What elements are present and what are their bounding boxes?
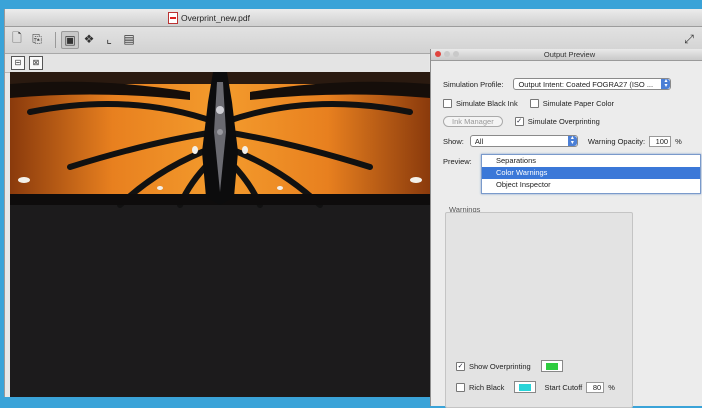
- zoom-icon[interactable]: [453, 51, 459, 57]
- pdf-icon: [168, 12, 178, 24]
- show-overprinting-checkbox[interactable]: ✓: [456, 361, 465, 371]
- chevron-updown-icon: ▴ ▾: [567, 135, 577, 146]
- start-cutoff-unit: %: [608, 382, 615, 392]
- expand-icon[interactable]: ⤢: [681, 31, 697, 47]
- simulation-profile-select[interactable]: Output Intent: Coated FOGRA27 (ISO ... ▴…: [513, 78, 672, 90]
- panel-title: Output Preview: [543, 50, 596, 59]
- warning-opacity-label: Warning Opacity:: [587, 136, 646, 146]
- simulate-black-ink-checkbox[interactable]: [443, 99, 452, 108]
- close-icon[interactable]: [435, 51, 441, 57]
- title-bar: Overprint_new.pdf: [5, 9, 702, 27]
- show-overprinting-label: Show Overprinting: [469, 361, 531, 371]
- simulate-black-ink-label: Simulate Black Ink: [456, 99, 518, 108]
- rich-black-label: Rich Black: [469, 382, 505, 392]
- separations-icon[interactable]: ▣: [61, 31, 79, 49]
- new-document-icon[interactable]: 🗋: [9, 31, 25, 47]
- butterfly-image: [10, 72, 430, 397]
- simulate-overprinting-checkbox[interactable]: ✓: [514, 117, 524, 126]
- show-row: Show: All ▴ ▾ Warning Opacity: 100 %: [443, 135, 682, 147]
- preview-list: Separations Color Warnings Object Inspec…: [481, 154, 701, 194]
- show-value: All: [474, 136, 484, 146]
- stamp-icon[interactable]: ▤: [121, 31, 137, 47]
- warnings-group: ✓ Show Overprinting Rich Black Start Cut…: [445, 212, 633, 408]
- fit-page-icon[interactable]: ⊟: [11, 56, 25, 70]
- simulation-profile-label: Simulation Profile:: [443, 79, 504, 89]
- show-label: Show:: [443, 136, 464, 146]
- chevron-updown-icon: ▴ ▾: [661, 78, 671, 89]
- toolbar-divider: [55, 32, 56, 48]
- document-title: Overprint_new.pdf: [168, 12, 250, 24]
- simulate-paper-color-label: Simulate Paper Color: [542, 99, 614, 108]
- panel-title-bar: Output Preview: [431, 49, 702, 61]
- preview-option-color-warnings[interactable]: Color Warnings: [482, 167, 700, 179]
- ink-manager-row: Ink Manager ✓ Simulate Overprinting: [443, 116, 600, 127]
- start-cutoff-input[interactable]: 80: [586, 381, 605, 393]
- preview-option-separations[interactable]: Separations: [482, 155, 700, 167]
- preview-option-object-inspector[interactable]: Object Inspector: [482, 179, 700, 191]
- rich-black-row: Rich Black Start Cutoff 80 %: [456, 381, 615, 393]
- warning-opacity-unit: %: [675, 136, 682, 146]
- simulation-profile-value: Output Intent: Coated FOGRA27 (ISO ...: [518, 79, 654, 89]
- rich-black-checkbox[interactable]: [456, 382, 465, 392]
- ink-manager-button[interactable]: Ink Manager: [443, 116, 503, 127]
- simulate-overprinting-label: Simulate Overprinting: [527, 117, 600, 126]
- output-preview-panel: Output Preview Simulation Profile: Outpu…: [430, 49, 702, 408]
- actual-size-icon[interactable]: ⊠: [29, 56, 43, 70]
- minimize-icon[interactable]: [444, 51, 450, 57]
- rich-black-color-swatch[interactable]: [514, 381, 537, 393]
- transparency-icon[interactable]: ❖: [81, 31, 97, 47]
- window-controls: [435, 51, 459, 57]
- crop-marks-icon[interactable]: ⌞: [101, 31, 117, 47]
- export-icon[interactable]: ⎘: [29, 31, 45, 47]
- window-title: Overprint_new.pdf: [181, 13, 250, 23]
- start-cutoff-label: Start Cutoff: [544, 382, 583, 392]
- overprinting-color-swatch[interactable]: [540, 360, 563, 372]
- view-bar: ⊟ ⊠: [5, 54, 429, 73]
- show-overprinting-row: ✓ Show Overprinting: [456, 360, 563, 372]
- simulate-paper-color-checkbox[interactable]: [529, 99, 539, 108]
- simulate-row: Simulate Black Ink Simulate Paper Color: [443, 99, 614, 108]
- app-window: Overprint_new.pdf 🗋 ⎘ ▣ ❖ ⌞ ▤ ⤢ ⊟ ⊠ Outp…: [4, 9, 702, 408]
- document-canvas[interactable]: [10, 72, 430, 397]
- preview-label: Preview:: [443, 157, 472, 166]
- preview-row: Preview:: [443, 157, 472, 166]
- simulation-profile-row: Simulation Profile: Output Intent: Coate…: [443, 78, 672, 90]
- show-select[interactable]: All ▴ ▾: [469, 135, 578, 147]
- warning-opacity-input[interactable]: 100: [649, 135, 672, 147]
